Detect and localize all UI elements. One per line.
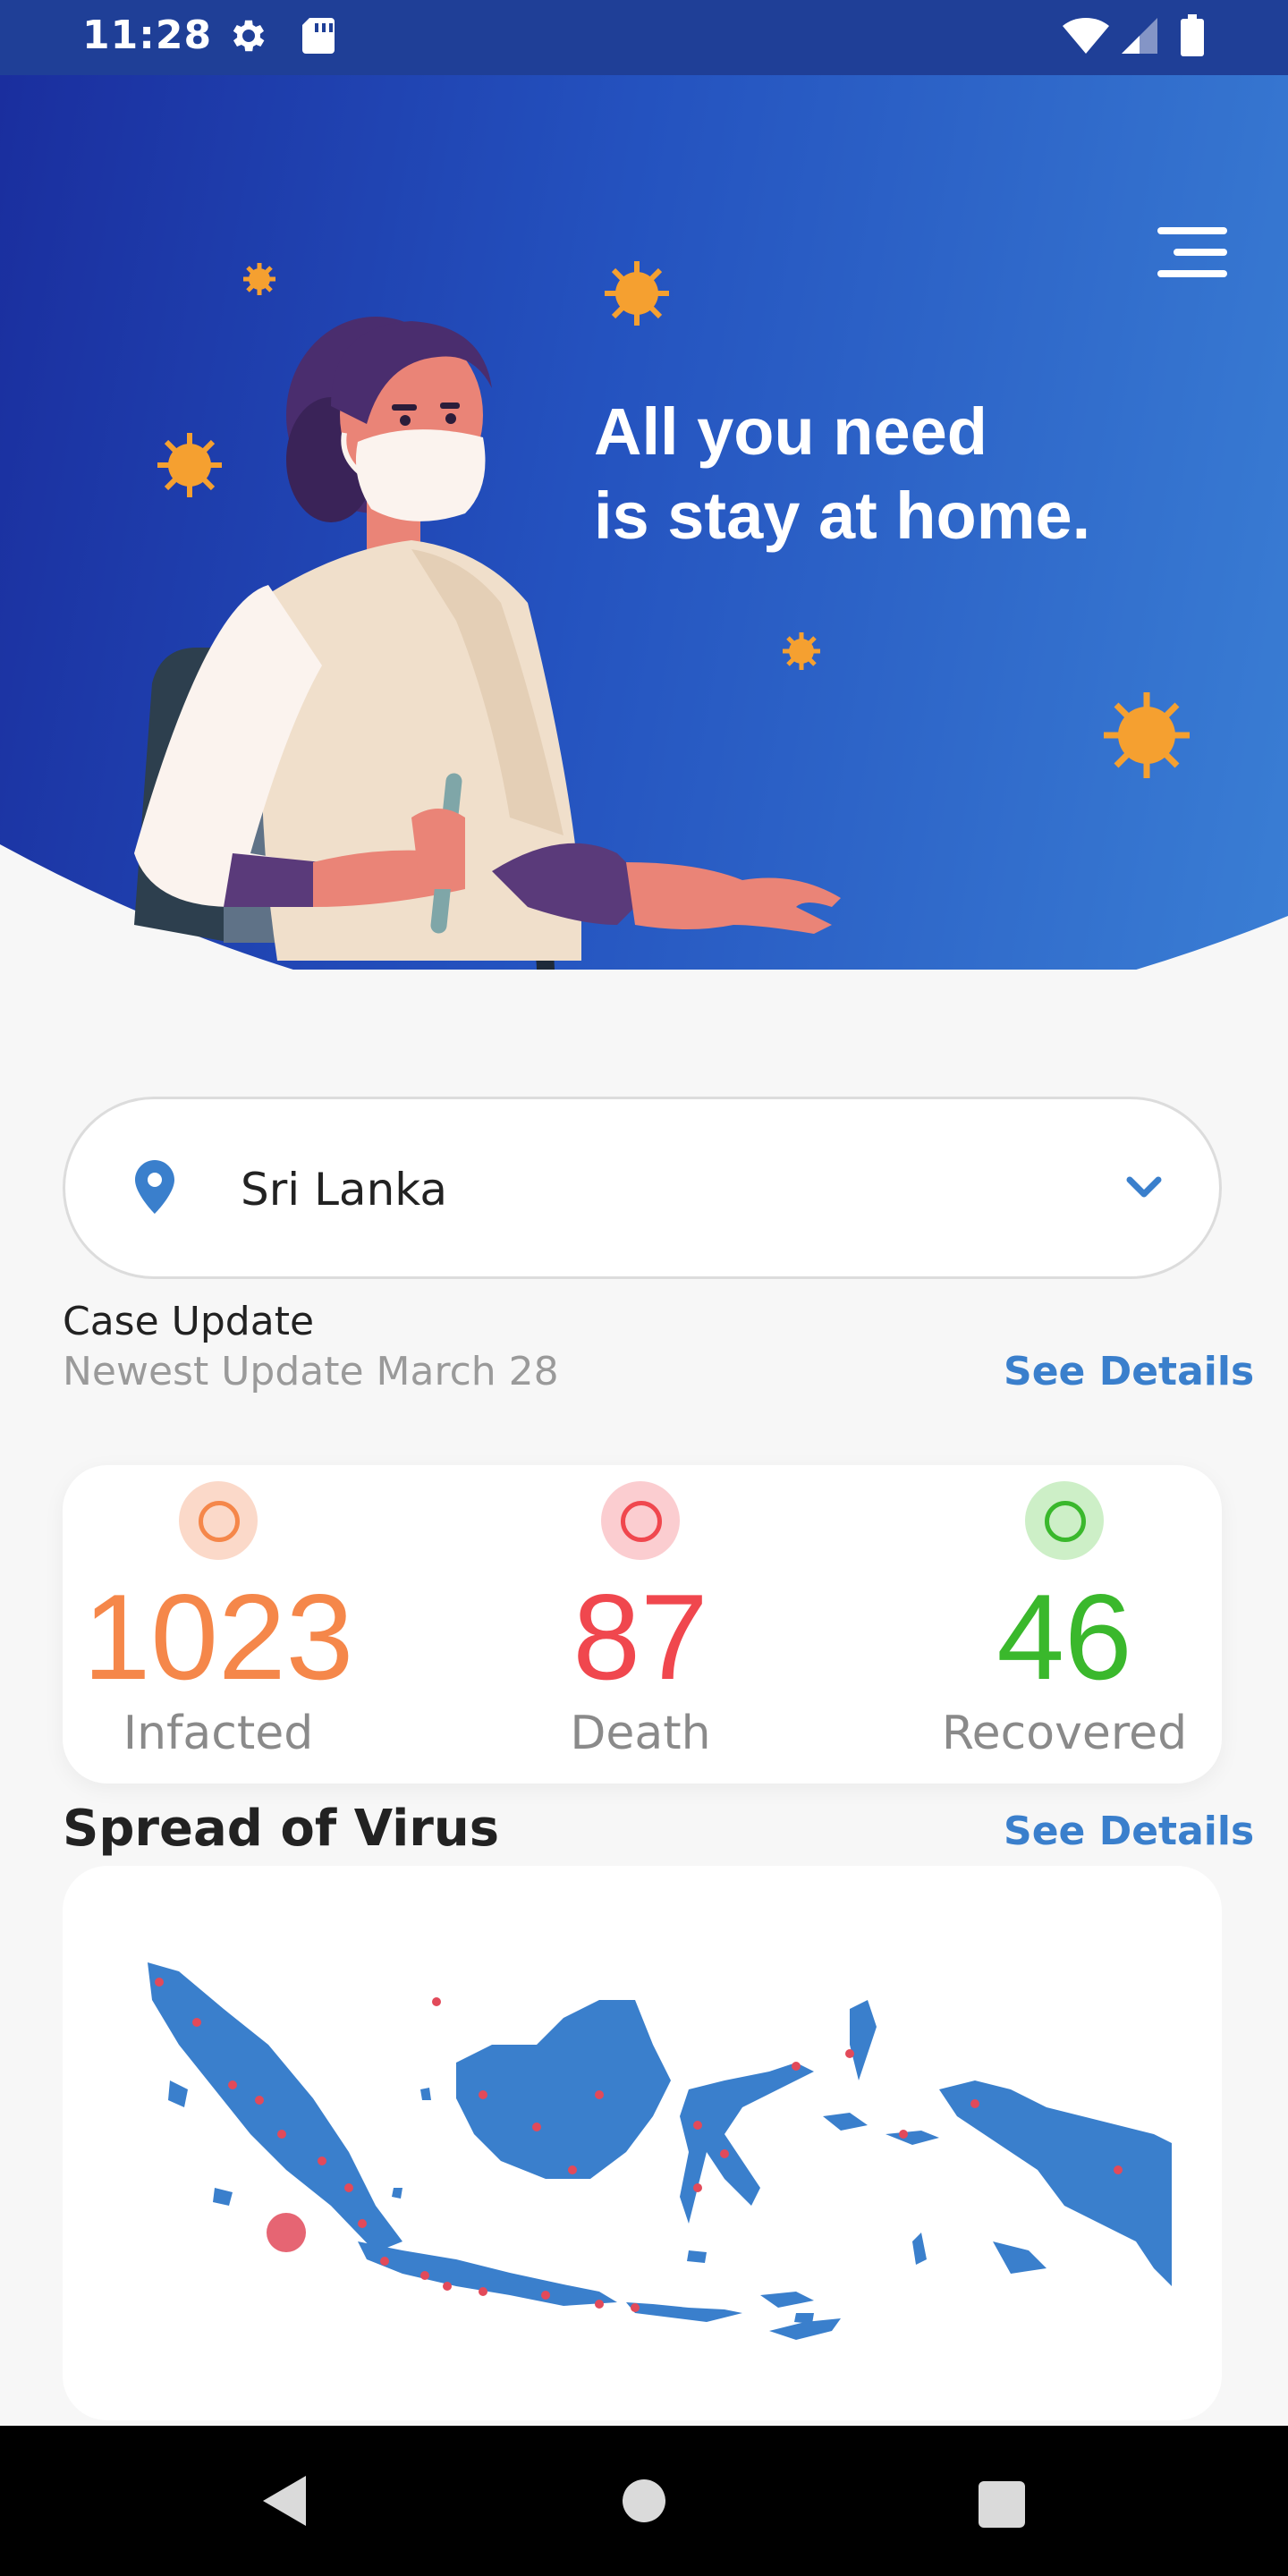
recovered-count: 46 xyxy=(996,1569,1132,1705)
indonesia-map xyxy=(148,1962,1172,2340)
menu-button[interactable] xyxy=(1150,227,1227,277)
home-icon[interactable] xyxy=(623,2479,665,2526)
stats-card: 1023 Infacted 87 Death 46 Recovered xyxy=(63,1465,1222,1784)
country-dropdown[interactable]: Sri Lanka xyxy=(63,1097,1222,1279)
headline-line-1: All you need xyxy=(594,394,987,469)
stat-death: 87 Death xyxy=(453,1465,828,1784)
death-label: Death xyxy=(570,1707,711,1760)
spread-see-details-link[interactable]: See Details xyxy=(1004,1809,1254,1854)
wifi-icon xyxy=(1061,14,1111,61)
recents-icon[interactable] xyxy=(979,2481,1025,2531)
recovered-indicator-icon xyxy=(1025,1481,1104,1560)
back-icon[interactable] xyxy=(259,2474,309,2531)
status-bar: 11:28 xyxy=(0,0,1288,75)
header-banner: All you need is stay at home. xyxy=(0,75,1288,970)
gear-icon xyxy=(227,14,270,61)
death-indicator-icon xyxy=(601,1481,680,1560)
headline: All you need is stay at home. xyxy=(594,390,1220,558)
location-pin-icon xyxy=(135,1160,174,1217)
case-update-title: Case Update xyxy=(63,1299,315,1344)
case-see-details-link[interactable]: See Details xyxy=(1004,1349,1254,1394)
stat-recovered: 46 Recovered xyxy=(877,1465,1252,1784)
infected-indicator-icon xyxy=(179,1481,258,1560)
infected-label: Infacted xyxy=(123,1707,314,1760)
sd-card-icon xyxy=(299,14,338,61)
spread-map-card xyxy=(63,1866,1222,2420)
stat-infected: 1023 Infacted xyxy=(30,1465,406,1784)
spread-title: Spread of Virus xyxy=(63,1800,500,1858)
chevron-down-icon xyxy=(1126,1176,1162,1203)
hamburger-line xyxy=(1157,270,1227,277)
hamburger-line xyxy=(1174,249,1227,256)
death-count: 87 xyxy=(572,1569,708,1705)
navigation-bar xyxy=(0,2426,1288,2576)
infected-count: 1023 xyxy=(82,1569,354,1705)
signal-icon xyxy=(1118,14,1157,61)
recovered-label: Recovered xyxy=(941,1707,1188,1760)
case-update-subtitle: Newest Update March 28 xyxy=(63,1349,559,1394)
headline-line-2: is stay at home. xyxy=(594,479,1091,553)
status-time: 11:28 xyxy=(82,13,213,58)
battery-icon xyxy=(1179,14,1206,61)
hamburger-icon xyxy=(1157,227,1227,234)
selected-country: Sri Lanka xyxy=(241,1164,447,1216)
